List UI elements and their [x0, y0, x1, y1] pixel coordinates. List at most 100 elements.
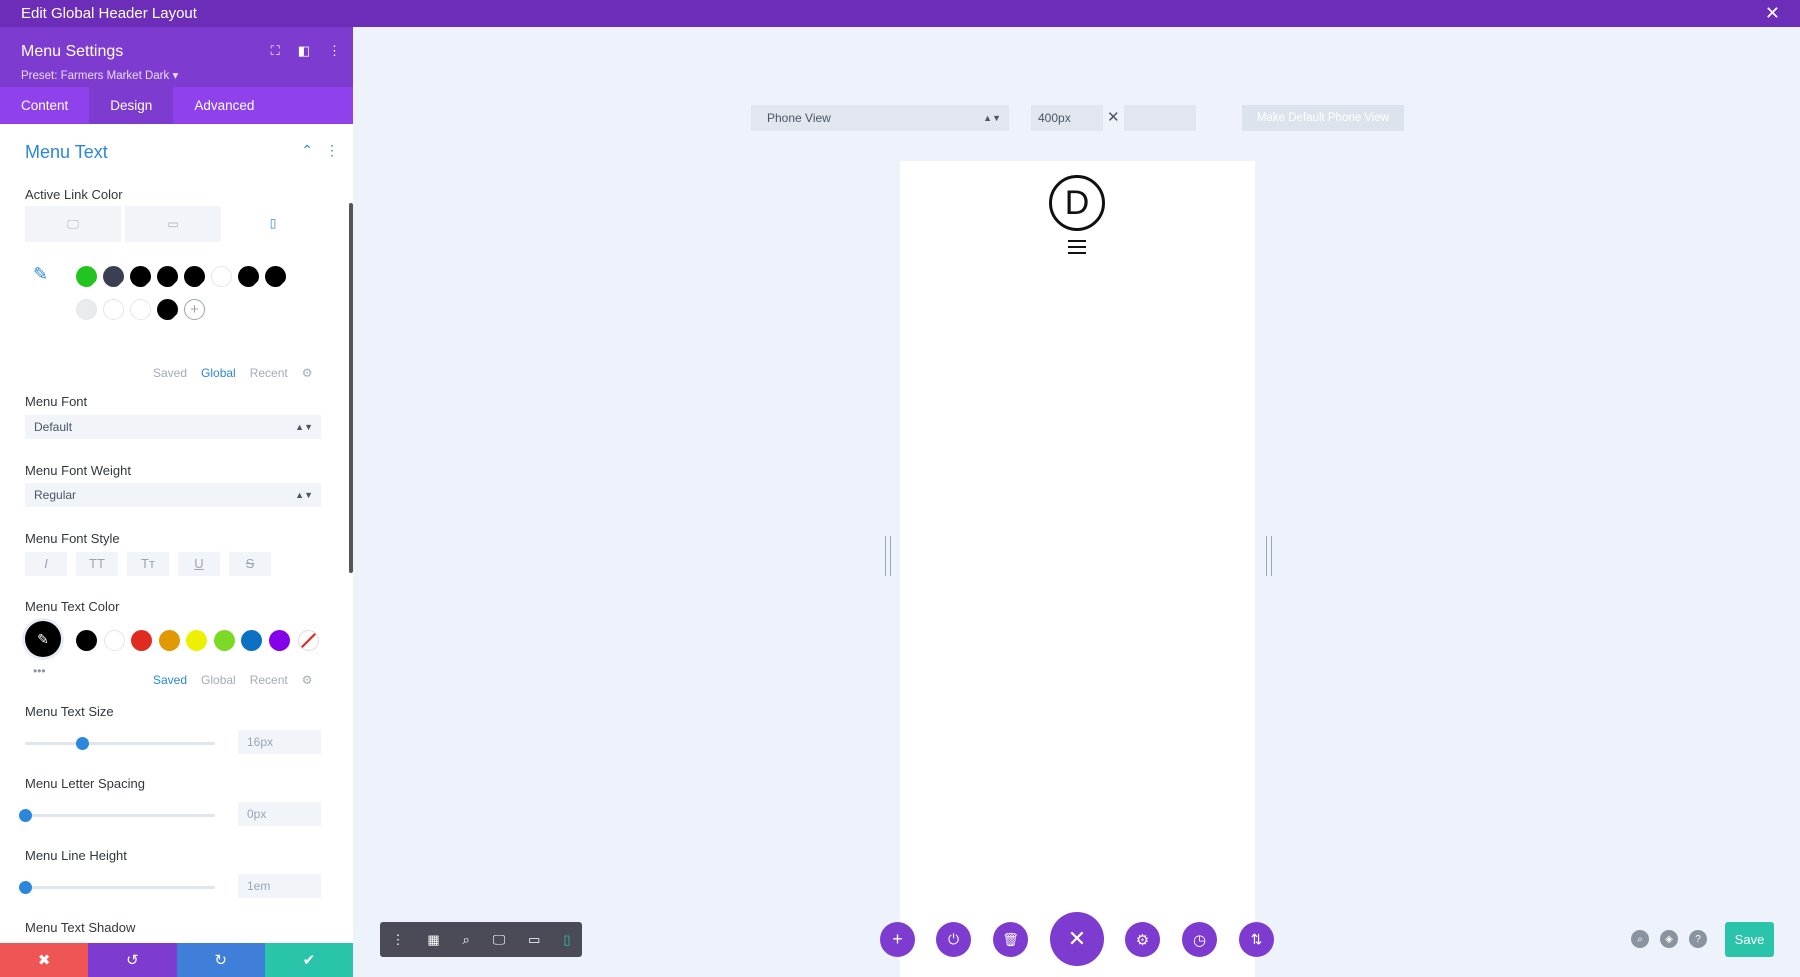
menu-font-weight-select[interactable]: Regular ▲▼	[25, 483, 321, 507]
tab-content[interactable]: Content	[0, 87, 89, 124]
desktop-view-icon[interactable]: 🖵	[493, 932, 506, 948]
subtab-global[interactable]: Global	[201, 673, 236, 687]
subtab-saved[interactable]: Saved	[153, 366, 187, 380]
tab-advanced[interactable]: Advanced	[173, 87, 275, 124]
tab-design[interactable]: Design	[89, 87, 174, 124]
zoom-icon[interactable]: ⌕	[463, 932, 470, 948]
menu-font-weight-value: Regular	[34, 488, 77, 502]
hamburger-menu-icon[interactable]	[1068, 240, 1086, 258]
color-swatch[interactable]	[241, 630, 262, 651]
history-button[interactable]: ◷	[1182, 922, 1217, 957]
capitalize-button[interactable]: Tт	[127, 552, 169, 576]
gear-icon[interactable]: ⚙	[302, 673, 313, 687]
color-swatch[interactable]	[238, 266, 259, 287]
view-select[interactable]: Phone View ▲▼	[751, 105, 1009, 131]
view-select-value: Phone View	[767, 111, 831, 125]
panel-scrollbar[interactable]	[349, 203, 353, 573]
menu-line-height-input[interactable]: 1em	[238, 874, 321, 898]
more-options-icon[interactable]: ⋮	[328, 43, 341, 59]
slider-knob[interactable]	[19, 881, 32, 894]
gear-icon[interactable]: ⚙	[302, 366, 313, 380]
color-swatch[interactable]	[76, 299, 97, 320]
more-colors-icon[interactable]: •••	[33, 664, 46, 678]
strikethrough-button[interactable]: S	[229, 552, 271, 576]
color-swatch[interactable]	[213, 630, 235, 651]
confirm-button[interactable]: ✔	[264, 943, 353, 977]
trash-button[interactable]: 🗑	[993, 922, 1028, 957]
save-button[interactable]: Save	[1725, 922, 1774, 957]
split-view-icon[interactable]: ◧	[298, 43, 310, 59]
eyedropper-icon[interactable]: ✎	[33, 264, 48, 285]
layers-icon[interactable]: ◈	[1660, 930, 1678, 948]
collapse-icon[interactable]: ⌃	[301, 142, 313, 159]
color-swatch[interactable]	[103, 266, 124, 287]
color-swatch[interactable]	[103, 630, 125, 651]
close-icon[interactable]: ✕	[1765, 3, 1780, 24]
width-input[interactable]: 400px	[1031, 105, 1103, 131]
settings-button[interactable]: ⚙	[1125, 922, 1160, 957]
color-swatch[interactable]	[76, 630, 97, 651]
slider-knob[interactable]	[76, 737, 89, 750]
italic-button[interactable]: I	[25, 552, 67, 576]
section-title[interactable]: Menu Text	[25, 142, 108, 163]
menu-text-size-label: Menu Text Size	[25, 704, 114, 719]
menu-line-height-slider[interactable]	[19, 881, 215, 894]
discard-button[interactable]: ✖	[0, 943, 89, 977]
site-logo[interactable]: D	[1049, 175, 1105, 231]
wireframe-icon[interactable]: ▦	[427, 932, 439, 948]
underline-button[interactable]: U	[178, 552, 220, 576]
menu-text-size-input[interactable]: 16px	[238, 730, 321, 754]
color-swatch[interactable]	[265, 266, 286, 287]
portability-button[interactable]: ⇅	[1239, 922, 1274, 957]
slider-knob[interactable]	[19, 809, 32, 822]
resize-handle-right[interactable]	[1266, 536, 1272, 576]
resize-handle-left[interactable]	[885, 536, 891, 576]
color-swatch[interactable]	[157, 266, 178, 287]
subtab-recent[interactable]: Recent	[250, 366, 288, 380]
subtab-recent[interactable]: Recent	[250, 673, 288, 687]
current-color-picker[interactable]: ✎	[25, 621, 61, 657]
subtab-saved[interactable]: Saved	[153, 673, 187, 687]
desktop-icon[interactable]: 🖵	[25, 206, 121, 242]
color-swatch[interactable]	[186, 630, 207, 651]
close-builder-button[interactable]: ✕	[1050, 912, 1104, 966]
color-swatch[interactable]	[211, 266, 232, 287]
help-icon[interactable]: ?	[1689, 930, 1707, 948]
menu-letter-spacing-slider[interactable]	[19, 809, 215, 822]
menu-text-size-slider[interactable]	[25, 737, 215, 750]
undo-button[interactable]: ↺	[88, 943, 177, 977]
phone-icon[interactable]: ▯	[225, 206, 321, 242]
subtab-global[interactable]: Global	[201, 366, 236, 380]
view-toolbar: ⋮ ▦ ⌕ 🖵 ▭ ▯	[380, 922, 582, 957]
color-swatch[interactable]	[158, 630, 180, 651]
add-color-icon[interactable]: +	[184, 299, 205, 320]
color-swatch[interactable]	[76, 266, 97, 287]
select-arrow-icon: ▲▼	[983, 113, 1001, 123]
color-swatch[interactable]	[103, 299, 124, 320]
toolbar-more-icon[interactable]: ⋮	[391, 932, 404, 948]
fullscreen-icon[interactable]: ⛶	[271, 43, 280, 59]
menu-font-select[interactable]: Default ▲▼	[25, 415, 321, 439]
active-link-color-label: Active Link Color	[25, 187, 123, 202]
add-button[interactable]: +	[880, 922, 915, 957]
make-default-button[interactable]: Make Default Phone View	[1242, 105, 1404, 131]
tablet-icon[interactable]: ▭	[125, 206, 221, 242]
uppercase-button[interactable]: TT	[76, 552, 118, 576]
top-bar: Edit Global Header Layout ✕	[0, 0, 1800, 27]
height-input[interactable]	[1124, 105, 1196, 131]
section-more-icon[interactable]: ⋮	[325, 142, 339, 159]
tablet-view-icon[interactable]: ▭	[528, 932, 540, 948]
search-icon[interactable]: ⌕	[1631, 930, 1649, 948]
power-button[interactable]: ⏻	[936, 922, 971, 957]
color-swatch[interactable]	[184, 266, 205, 287]
no-color-swatch[interactable]	[298, 630, 319, 651]
color-swatch[interactable]	[157, 299, 178, 320]
color-swatch[interactable]	[130, 266, 151, 287]
color-swatch[interactable]	[131, 630, 152, 651]
preset-selector[interactable]: Preset: Farmers Market Dark ▾	[21, 68, 178, 82]
phone-view-icon[interactable]: ▯	[563, 932, 570, 948]
color-swatch[interactable]	[130, 299, 151, 320]
menu-letter-spacing-input[interactable]: 0px	[238, 802, 321, 826]
redo-button[interactable]: ↻	[176, 943, 265, 977]
color-swatch[interactable]	[268, 630, 290, 651]
